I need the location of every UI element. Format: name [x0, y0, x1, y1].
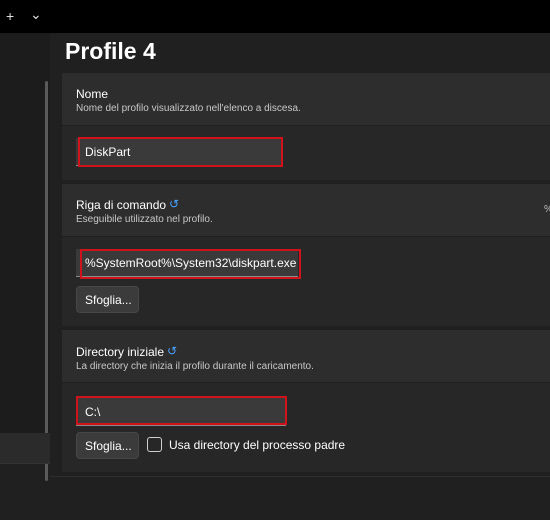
command-line-card-body: Sfoglia... — [62, 236, 550, 326]
name-card-body — [62, 125, 550, 180]
command-line-description: Eseguibile utilizzato nel profilo. — [76, 214, 213, 225]
command-line-label: Riga di comando — [76, 198, 167, 212]
new-tab-icon[interactable]: + — [6, 6, 14, 26]
starting-directory-input[interactable] — [76, 398, 286, 426]
parent-directory-checkbox-label[interactable]: Usa directory del processo padre — [169, 438, 345, 452]
sidebar-selected-item[interactable] — [0, 433, 50, 464]
reset-icon[interactable]: ↺ — [169, 197, 179, 211]
divider — [50, 476, 550, 477]
starting-directory-label: Directory iniziale — [76, 345, 165, 359]
name-label: Nome — [76, 87, 109, 101]
command-line-card-header: Riga di comando ↺ Eseguibile utilizzato … — [62, 184, 550, 236]
name-description: Nome del profilo visualizzato nell'elenc… — [76, 103, 301, 114]
command-line-card: Riga di comando ↺ Eseguibile utilizzato … — [62, 184, 550, 326]
sidebar-scrollbar[interactable] — [45, 81, 48, 481]
starting-directory-description: La directory che inizia il profilo duran… — [76, 361, 314, 372]
reset-icon[interactable]: ↺ — [167, 344, 177, 358]
sidebar — [0, 33, 50, 481]
title-bar: + ⌄ — [0, 0, 550, 33]
overflow-text: % — [544, 204, 550, 215]
command-line-input[interactable] — [76, 249, 298, 277]
starting-directory-card-body: Sfoglia... Usa directory del processo pa… — [62, 382, 550, 472]
page-title: Profile 4 — [65, 38, 156, 64]
parent-directory-checkbox[interactable] — [147, 437, 162, 452]
tab-dropdown-icon[interactable]: ⌄ — [30, 4, 42, 24]
profile-name-input[interactable] — [76, 138, 281, 166]
starting-directory-card-header: Directory iniziale ↺ La directory che in… — [62, 330, 550, 382]
browse-command-button[interactable]: Sfoglia... — [76, 286, 139, 313]
starting-directory-card: Directory iniziale ↺ La directory che in… — [62, 330, 550, 472]
browse-directory-button[interactable]: Sfoglia... — [76, 432, 139, 459]
name-card: Nome Nome del profilo visualizzato nell'… — [62, 73, 550, 180]
name-card-header: Nome Nome del profilo visualizzato nell'… — [62, 73, 550, 125]
